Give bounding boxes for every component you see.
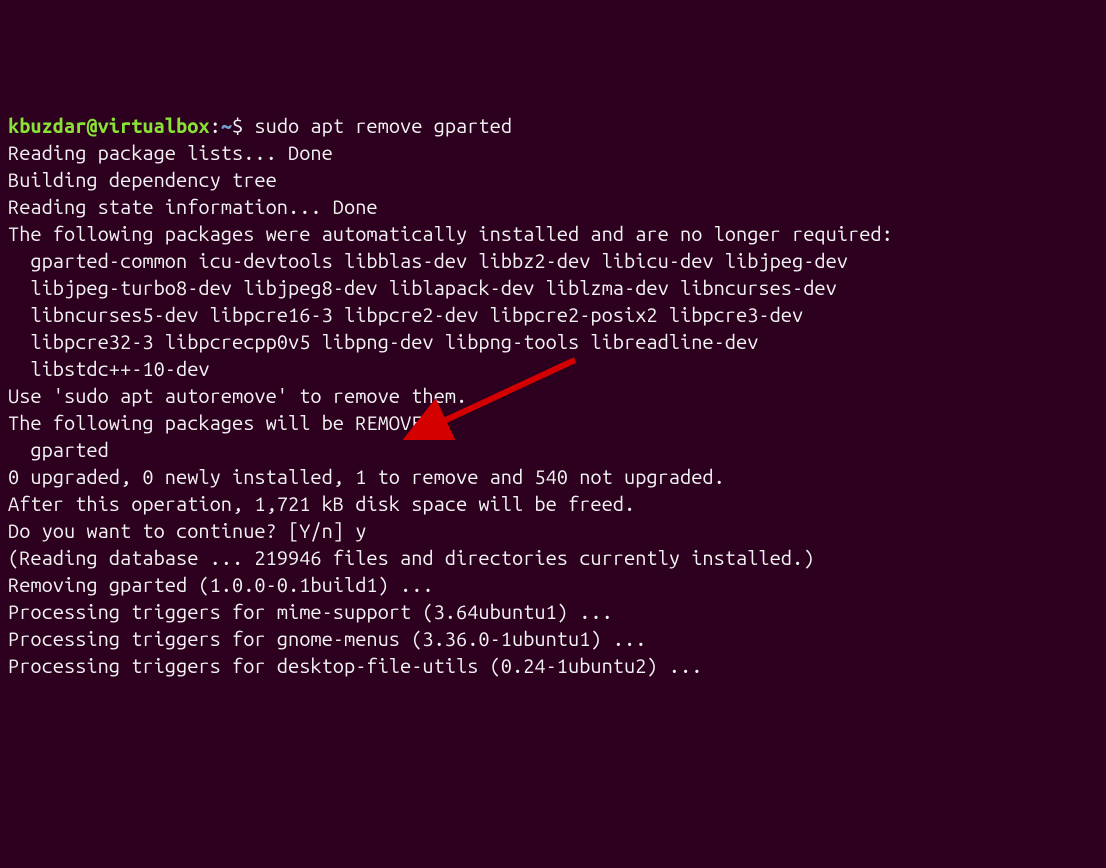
terminal-output[interactable]: kbuzdar@virtualbox:~$ sudo apt remove gp… bbox=[8, 112, 1098, 679]
output-line: Use 'sudo apt autoremove' to remove them… bbox=[8, 384, 467, 407]
prompt-host: virtualbox bbox=[98, 114, 210, 137]
output-line: Building dependency tree bbox=[8, 168, 277, 191]
output-line: Processing triggers for gnome-menus (3.3… bbox=[8, 627, 646, 650]
command-text: sudo apt remove gparted bbox=[254, 114, 512, 137]
prompt-user: kbuzdar bbox=[8, 114, 86, 137]
output-line: Reading package lists... Done bbox=[8, 141, 333, 164]
prompt-dollar: $ bbox=[232, 114, 254, 137]
output-line: After this operation, 1,721 kB disk spac… bbox=[8, 492, 635, 515]
output-line: The following packages were automaticall… bbox=[8, 222, 893, 245]
output-line: libpcre32-3 libpcrecpp0v5 libpng-dev lib… bbox=[8, 330, 758, 353]
output-line: Do you want to continue? [Y/n] y bbox=[8, 519, 366, 542]
output-line: libncurses5-dev libpcre16-3 libpcre2-dev… bbox=[8, 303, 803, 326]
output-line: Processing triggers for mime-support (3.… bbox=[8, 600, 613, 623]
output-line: 0 upgraded, 0 newly installed, 1 to remo… bbox=[8, 465, 725, 488]
output-line: gparted bbox=[8, 438, 109, 461]
output-line: libjpeg-turbo8-dev libjpeg8-dev liblapac… bbox=[8, 276, 837, 299]
prompt-path: ~ bbox=[221, 114, 232, 137]
output-line: Removing gparted (1.0.0-0.1build1) ... bbox=[8, 573, 434, 596]
output-line: Reading state information... Done bbox=[8, 195, 378, 218]
prompt-colon: : bbox=[210, 114, 221, 137]
prompt-at: @ bbox=[86, 114, 97, 137]
output-line: libstdc++-10-dev bbox=[8, 357, 210, 380]
output-line: The following packages will be REMOVED: bbox=[8, 411, 445, 434]
output-line: Processing triggers for desktop-file-uti… bbox=[8, 654, 702, 677]
output-line: gparted-common icu-devtools libblas-dev … bbox=[8, 249, 848, 272]
output-line: (Reading database ... 219946 files and d… bbox=[8, 546, 814, 569]
